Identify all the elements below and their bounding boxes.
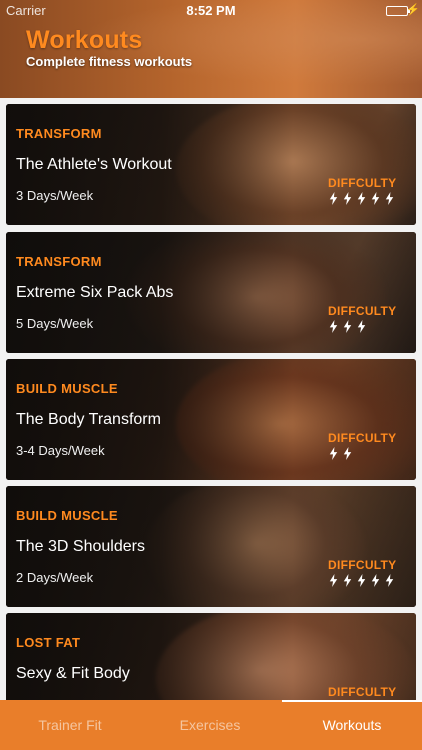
difficulty-label: DIFFCULTY — [328, 431, 397, 445]
tab-bar: Trainer Fit Exercises Workouts — [0, 700, 422, 750]
tab-exercises[interactable]: Exercises — [140, 700, 280, 750]
lightning-bolt-icon — [328, 574, 339, 588]
workout-card[interactable]: LOST FAT Sexy & Fit Body DIFFCULTY — [6, 613, 416, 700]
workout-frequency: 5 Days/Week — [16, 316, 94, 331]
status-time: 8:52 PM — [186, 3, 236, 18]
lightning-bolt-icon — [370, 192, 381, 206]
page-subtitle: Complete fitness workouts — [26, 54, 193, 69]
tab-trainer-fit[interactable]: Trainer Fit — [0, 700, 140, 750]
lightning-bolt-icon — [328, 320, 339, 334]
workout-category: TRANSFORM — [16, 126, 102, 141]
lightning-bolt-icon — [328, 192, 339, 206]
tab-workouts[interactable]: Workouts — [282, 700, 422, 750]
difficulty-label: DIFFCULTY — [328, 685, 397, 699]
workout-frequency: 3 Days/Week — [16, 188, 94, 203]
status-bar: Carrier 8:52 PM ⚡ — [0, 0, 422, 22]
workout-category: LOST FAT — [16, 635, 81, 650]
lightning-bolt-icon — [342, 320, 353, 334]
workout-name: The Body Transform — [16, 411, 161, 428]
workout-frequency: 2 Days/Week — [16, 570, 94, 585]
difficulty-rating — [328, 192, 395, 206]
lightning-bolt-icon — [356, 320, 367, 334]
workout-name: Sexy & Fit Body — [16, 665, 130, 682]
workout-name: The Athlete's Workout — [16, 156, 172, 173]
lightning-bolt-icon — [356, 192, 367, 206]
page-title: Workouts — [26, 26, 143, 54]
lightning-bolt-icon — [342, 447, 353, 461]
lightning-bolt-icon — [328, 447, 339, 461]
lightning-bolt-icon — [342, 192, 353, 206]
workout-card[interactable]: TRANSFORM The Athlete's Workout 3 Days/W… — [6, 104, 416, 225]
difficulty-rating — [328, 320, 367, 334]
workout-card[interactable]: TRANSFORM Extreme Six Pack Abs 5 Days/We… — [6, 232, 416, 353]
lightning-bolt-icon — [384, 574, 395, 588]
workout-card[interactable]: BUILD MUSCLE The 3D Shoulders 2 Days/Wee… — [6, 486, 416, 607]
lightning-bolt-icon — [342, 574, 353, 588]
workout-list[interactable]: TRANSFORM The Athlete's Workout 3 Days/W… — [0, 98, 422, 700]
difficulty-rating — [328, 447, 353, 461]
workout-name: Extreme Six Pack Abs — [16, 284, 174, 301]
lightning-bolt-icon — [370, 574, 381, 588]
difficulty-label: DIFFCULTY — [328, 304, 397, 318]
workout-category: BUILD MUSCLE — [16, 381, 118, 396]
lightning-bolt-icon — [384, 192, 395, 206]
workout-name: The 3D Shoulders — [16, 538, 145, 555]
charge-icon: ⚡ — [406, 4, 420, 16]
difficulty-rating — [328, 574, 395, 588]
lightning-bolt-icon — [356, 574, 367, 588]
workout-category: BUILD MUSCLE — [16, 508, 118, 523]
difficulty-label: DIFFCULTY — [328, 176, 397, 190]
workout-category: TRANSFORM — [16, 254, 102, 269]
workout-frequency: 3-4 Days/Week — [16, 443, 105, 458]
battery-icon — [386, 6, 410, 16]
difficulty-label: DIFFCULTY — [328, 558, 397, 572]
workout-card[interactable]: BUILD MUSCLE The Body Transform 3-4 Days… — [6, 359, 416, 480]
